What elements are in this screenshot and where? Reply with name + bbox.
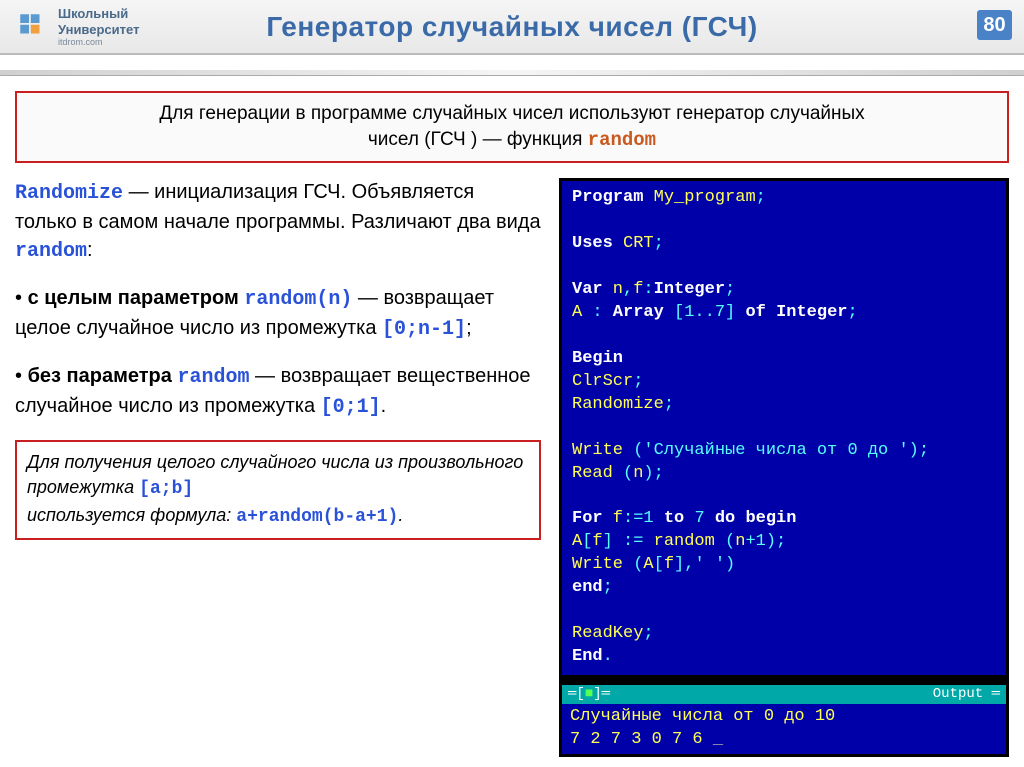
note-box: Для получения целого случайного числа из… bbox=[15, 440, 541, 540]
cursor: _ bbox=[713, 730, 723, 749]
output-line2: 7 2 7 3 0 7 6 bbox=[570, 730, 713, 749]
intro-keyword: random bbox=[588, 129, 656, 151]
left-column: Randomize — инициализация ГСЧ. Объявляет… bbox=[15, 178, 541, 756]
output-box: ═[■]═ Output ═ Случайные числа от 0 до 1… bbox=[559, 682, 1009, 757]
output-body: Случайные числа от 0 до 10 7 2 7 3 0 7 6… bbox=[562, 704, 1006, 754]
intro-line2a: чисел (ГСЧ ) — функция bbox=[368, 129, 588, 150]
body: Randomize — инициализация ГСЧ. Объявляет… bbox=[0, 173, 1024, 756]
intro-line1: Для генерации в программе случайных чисе… bbox=[159, 103, 864, 124]
paragraph-random-noarg: • без параметра random — возвращает веще… bbox=[15, 362, 541, 422]
paragraph-random-n: • с целым параметром random(n) — возвращ… bbox=[15, 284, 541, 344]
code-box: Program My_program; Uses CRT; Var n,f:In… bbox=[559, 178, 1009, 678]
paragraph-randomize: Randomize — инициализация ГСЧ. Объявляет… bbox=[15, 178, 541, 266]
output-header: ═[■]═ Output ═ bbox=[562, 685, 1006, 704]
slide-header: Школьный Университет itdrom.com Генерато… bbox=[0, 0, 1024, 55]
header-divider bbox=[0, 70, 1024, 76]
slide-title: Генератор случайных чисел (ГСЧ) bbox=[0, 11, 1024, 43]
output-line1: Случайные числа от 0 до 10 bbox=[570, 707, 835, 726]
right-column: Program My_program; Uses CRT; Var n,f:In… bbox=[559, 178, 1009, 756]
intro-box: Для генерации в программе случайных чисе… bbox=[15, 91, 1009, 163]
page-number: 80 bbox=[977, 10, 1012, 40]
